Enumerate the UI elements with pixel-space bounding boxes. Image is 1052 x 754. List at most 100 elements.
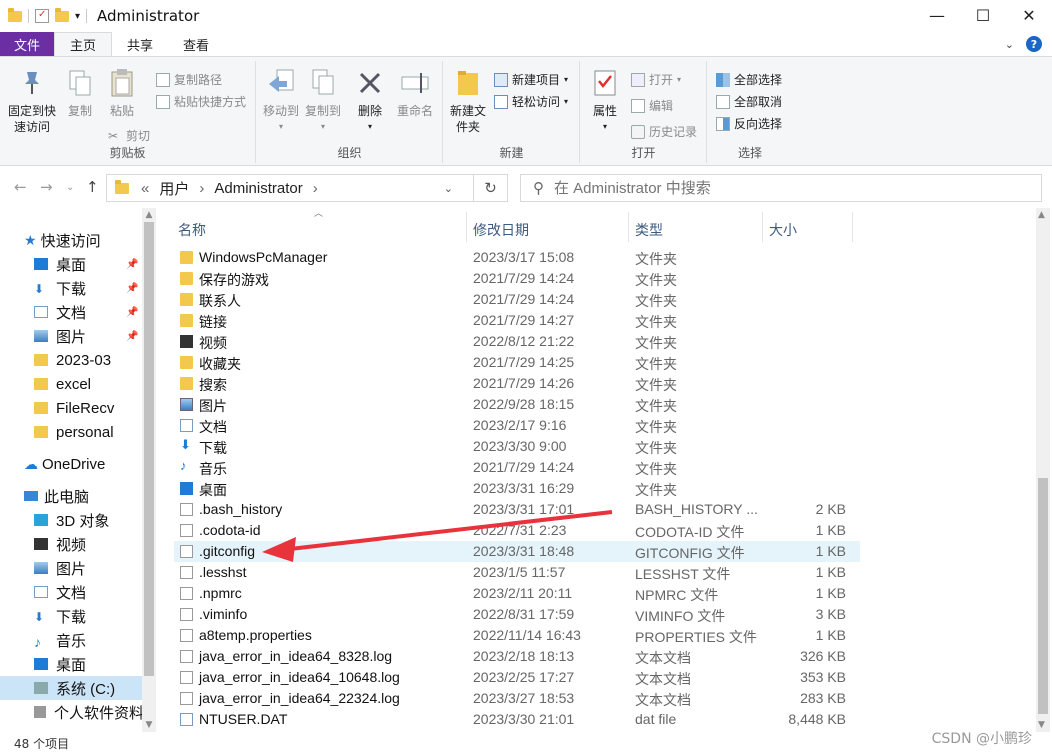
address-dropdown-chevron-icon[interactable]: ⌄ [444, 182, 453, 195]
new-folder-button[interactable]: 新建文件夹 [448, 67, 488, 135]
address-overflow[interactable]: « [141, 180, 149, 197]
copy-button[interactable]: 复制 [62, 67, 98, 119]
nav-quick-item[interactable]: 文档 📌 [34, 300, 142, 324]
column-name[interactable]: 名称 [178, 220, 206, 240]
file-row[interactable]: 搜索 2021/7/29 14:26 文件夹 [174, 373, 860, 394]
nav-quick-item[interactable]: 2023-03 [34, 348, 142, 372]
edit-button[interactable]: 编辑 [631, 97, 673, 114]
open-button[interactable]: 打开 ▾ [631, 71, 681, 88]
select-none-button[interactable]: 全部取消 [716, 93, 782, 110]
nav-pc-item[interactable]: 个人软件资料 [34, 700, 144, 724]
pin-to-quick-access-button[interactable]: 固定到快速访问 [6, 67, 58, 135]
nav-onedrive[interactable]: ☁ OneDrive [24, 452, 142, 476]
tab-share[interactable]: 共享 [112, 32, 168, 56]
file-scroll-thumb[interactable] [1038, 478, 1048, 714]
nav-pc-item[interactable]: 系统 (C:) [0, 676, 142, 700]
scroll-up-icon[interactable]: ▲ [1038, 210, 1045, 220]
pin-icon[interactable]: 📌 [126, 283, 138, 294]
nav-quick-access[interactable]: ★ 快速访问 [24, 228, 142, 252]
nav-pc-item[interactable]: 桌面 [34, 652, 144, 676]
nav-this-pc[interactable]: 此电脑 [24, 484, 142, 508]
file-row[interactable]: .viminfo 2022/8/31 17:59 VIMINFO 文件 3 KB [174, 604, 860, 625]
nav-quick-item[interactable]: excel [34, 372, 142, 396]
nav-pc-item[interactable]: ⬇ 下载 [34, 604, 144, 628]
column-date[interactable]: 修改日期 [473, 220, 529, 240]
file-row[interactable]: 桌面 2023/3/31 16:29 文件夹 [174, 478, 860, 499]
scroll-up-icon[interactable]: ▲ [142, 210, 156, 220]
up-arrow-icon[interactable]: ↑ [86, 178, 99, 196]
file-row[interactable]: 收藏夹 2021/7/29 14:25 文件夹 [174, 352, 860, 373]
file-row[interactable]: .npmrc 2023/2/11 20:11 NPMRC 文件 1 KB [174, 583, 860, 604]
nav-pc-item[interactable]: 3D 对象 [34, 508, 144, 532]
select-all-button[interactable]: 全部选择 [716, 71, 782, 88]
nav-quick-item[interactable]: FileRecv [34, 396, 142, 420]
scroll-down-icon[interactable]: ▼ [1038, 720, 1045, 730]
nav-pc-item[interactable]: 文档 [34, 580, 144, 604]
pin-icon[interactable]: 📌 [126, 259, 138, 270]
recent-locations-chevron-icon[interactable]: ⌄ [66, 182, 74, 193]
file-row[interactable]: WindowsPcManager 2023/3/17 15:08 文件夹 [174, 247, 860, 268]
pin-icon[interactable]: 📌 [126, 307, 138, 318]
breadcrumb-separator[interactable]: › [199, 180, 204, 197]
address-bar[interactable]: « 用户 › Administrator › ⌄ [106, 174, 474, 202]
scroll-down-icon[interactable]: ▼ [142, 720, 156, 730]
expand-ribbon-icon[interactable]: ⌄ [1005, 38, 1014, 51]
file-row[interactable]: .codota-id 2022/7/31 2:23 CODOTA-ID 文件 1 KB [174, 520, 860, 541]
file-row[interactable]: .lesshst 2023/1/5 11:57 LESSHST 文件 1 KB [174, 562, 860, 583]
invert-selection-button[interactable]: 反向选择 [716, 115, 782, 132]
file-row[interactable]: .bash_history 2023/3/31 17:01 BASH_HISTORY… [174, 499, 860, 520]
move-to-button[interactable]: 移动到 ▾ [261, 67, 301, 135]
breadcrumb-separator[interactable]: › [313, 180, 318, 197]
file-row[interactable]: 图片 2022/9/28 18:15 文件夹 [174, 394, 860, 415]
paste-shortcut-button[interactable]: 粘贴快捷方式 [156, 93, 246, 110]
column-divider[interactable] [762, 212, 763, 242]
file-row[interactable]: java_error_in_idea64_8328.log 2023/2/18 1… [174, 646, 860, 667]
nav-quick-item[interactable]: 图片 📌 [34, 324, 142, 348]
history-button[interactable]: 历史记录 [631, 123, 697, 140]
pin-icon[interactable]: 📌 [126, 331, 138, 342]
file-row[interactable]: 视频 2022/8/12 21:22 文件夹 [174, 331, 860, 352]
nav-pc-item[interactable]: ♪ 音乐 [34, 628, 144, 652]
column-type[interactable]: 类型 [635, 220, 663, 240]
tab-file[interactable]: 文件 [0, 32, 55, 56]
customize-toolbar-icon[interactable]: ▾ [75, 11, 80, 22]
search-input[interactable] [554, 179, 1041, 197]
copy-to-button[interactable]: 复制到 ▾ [303, 67, 343, 135]
nav-quick-item[interactable]: personal [34, 420, 142, 444]
properties-button[interactable]: 属性 ▾ [585, 67, 625, 135]
tab-home[interactable]: 主页 [54, 32, 113, 56]
column-divider[interactable] [466, 212, 467, 242]
delete-button[interactable]: 删除 ▾ [353, 67, 387, 135]
nav-quick-item[interactable]: 桌面 📌 [34, 252, 142, 276]
forward-arrow-icon[interactable]: → [40, 178, 53, 196]
column-size[interactable]: 大小 [769, 220, 797, 240]
file-row[interactable]: 联系人 2021/7/29 14:24 文件夹 [174, 289, 860, 310]
file-row[interactable]: ♪ 音乐 2021/7/29 14:24 文件夹 [174, 457, 860, 478]
nav-scroll-thumb[interactable] [144, 222, 154, 676]
file-row[interactable]: 文档 2023/2/17 9:16 文件夹 [174, 415, 860, 436]
file-row[interactable]: NTUSER.DAT 2023/3/30 21:01 dat file 8,448 K… [174, 709, 860, 730]
new-folder-icon[interactable] [55, 7, 69, 22]
easy-access-button[interactable]: 轻松访问 ▾ [494, 93, 568, 110]
minimize-button[interactable]: — [914, 0, 960, 30]
search-box[interactable]: ⚲ [520, 174, 1042, 202]
paste-button[interactable]: 粘贴 [104, 67, 140, 119]
breadcrumb-users[interactable]: 用户 [159, 178, 189, 199]
back-arrow-icon[interactable]: ← [14, 178, 27, 196]
file-row[interactable]: java_error_in_idea64_10648.log 2023/2/25 … [174, 667, 860, 688]
file-row[interactable]: java_error_in_idea64_22324.log 2023/3/27 … [174, 688, 860, 709]
column-divider[interactable] [628, 212, 629, 242]
refresh-button[interactable]: ↻ [474, 174, 508, 202]
file-row[interactable]: a8temp.properties 2022/11/14 16:43 PROPERT… [174, 625, 860, 646]
nav-pc-item[interactable]: 视频 [34, 532, 144, 556]
rename-button[interactable]: 重命名 [393, 67, 437, 119]
file-row[interactable]: ⬇ 下载 2023/3/30 9:00 文件夹 [174, 436, 860, 457]
file-row[interactable]: 链接 2021/7/29 14:27 文件夹 [174, 310, 860, 331]
file-row[interactable]: 保存的游戏 2021/7/29 14:24 文件夹 [174, 268, 860, 289]
close-button[interactable]: ✕ [1006, 0, 1052, 30]
nav-pane-scrollbar[interactable]: ▲ ▼ [142, 208, 156, 732]
properties-check-icon[interactable]: ✓ [35, 9, 49, 23]
breadcrumb-administrator[interactable]: Administrator [214, 180, 302, 197]
nav-quick-item[interactable]: ⬇ 下载 📌 [34, 276, 142, 300]
file-list-scrollbar[interactable]: ▲ ▼ [1036, 208, 1050, 732]
